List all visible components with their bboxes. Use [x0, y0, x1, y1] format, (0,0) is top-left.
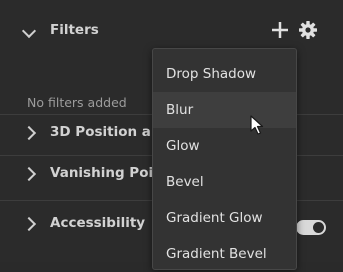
menu-item-glow[interactable]: Glow — [153, 128, 296, 164]
mouse-pointer-icon — [250, 115, 264, 135]
chevron-right-icon[interactable] — [21, 166, 37, 182]
no-filters-text: No filters added — [27, 95, 127, 110]
properties-panel: Filters No filters added 3D Position an — [0, 0, 343, 270]
section-label: Accessibility — [50, 215, 146, 231]
plus-icon[interactable] — [269, 19, 291, 41]
menu-item-drop-shadow[interactable]: Drop Shadow — [153, 56, 296, 92]
section-label: 3D Position an — [50, 124, 161, 140]
accessibility-toggle[interactable] — [296, 220, 326, 235]
section-label: Vanishing Poin — [50, 165, 163, 181]
filters-title: Filters — [50, 22, 99, 38]
add-filter-menu: Drop Shadow Blur Glow Bevel Gradient Glo… — [152, 48, 297, 270]
chevron-right-icon[interactable] — [21, 216, 37, 232]
menu-item-gradient-bevel[interactable]: Gradient Bevel — [153, 236, 296, 272]
menu-item-bevel[interactable]: Bevel — [153, 164, 296, 200]
chevron-down-icon[interactable] — [21, 23, 37, 39]
gear-icon[interactable] — [297, 19, 319, 41]
menu-item-blur[interactable]: Blur — [153, 92, 296, 128]
chevron-right-icon[interactable] — [21, 125, 37, 141]
toggle-knob — [313, 222, 324, 233]
menu-item-gradient-glow[interactable]: Gradient Glow — [153, 200, 296, 236]
